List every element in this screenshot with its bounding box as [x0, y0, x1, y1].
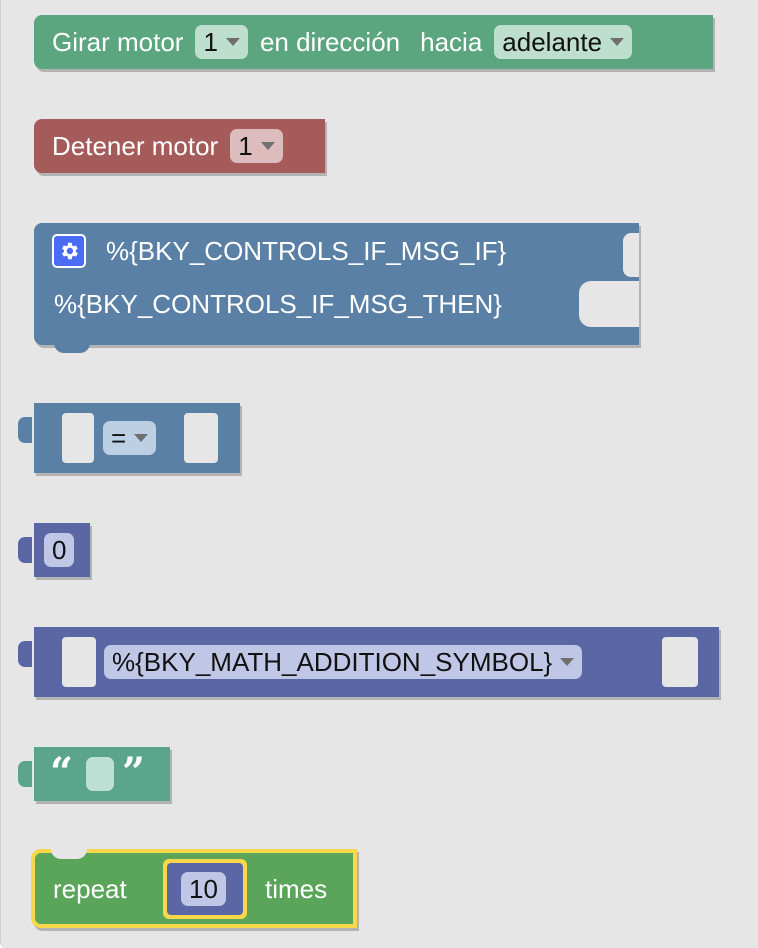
direction-value: adelante	[502, 26, 603, 57]
repeat-count-input[interactable]: 10	[181, 872, 226, 906]
repeat-label: repeat	[53, 874, 127, 904]
arithmetic-left-socket[interactable]	[62, 637, 96, 687]
then-statement-socket[interactable]	[579, 281, 639, 327]
output-tab	[18, 641, 32, 667]
text-block[interactable]: “ ”	[18, 747, 170, 801]
repeat-count-value: 10	[189, 873, 218, 904]
output-tab	[18, 761, 32, 787]
compare-left-socket[interactable]	[62, 413, 94, 463]
number-input[interactable]: 0	[44, 533, 75, 567]
chevron-down-icon	[260, 142, 275, 150]
chevron-down-icon	[560, 658, 575, 666]
repeat-block[interactable]: repeat 10 times	[31, 849, 357, 928]
blockly-workspace[interactable]: Girar motor 1 en dirección hacia adelant…	[0, 0, 758, 948]
chevron-down-icon	[610, 38, 625, 46]
controls-if-block[interactable]: %{BKY_CONTROLS_IF_MSG_IF} %{BKY_CONTROLS…	[34, 223, 639, 353]
stop-motor-number-dropdown[interactable]: 1	[230, 129, 283, 163]
math-number-block[interactable]: 0	[18, 523, 90, 577]
arithmetic-operator-dropdown[interactable]: %{BKY_MATH_ADDITION_SYMBOL}	[104, 645, 583, 679]
text-input[interactable]	[86, 757, 114, 791]
stop-motor-number-value: 1	[238, 130, 253, 161]
compare-operator-dropdown[interactable]: =	[103, 421, 157, 455]
chevron-down-icon	[134, 434, 149, 442]
motor-stop-block[interactable]: Detener motor 1	[34, 119, 325, 173]
direction-dropdown[interactable]: adelante	[494, 25, 633, 59]
output-tab	[18, 417, 32, 443]
gear-icon[interactable]	[52, 234, 86, 268]
logic-compare-block[interactable]: =	[18, 403, 240, 473]
arithmetic-right-socket[interactable]	[662, 637, 698, 687]
times-label: times	[265, 874, 328, 904]
math-arithmetic-block[interactable]: %{BKY_MATH_ADDITION_SYMBOL}	[18, 627, 719, 697]
output-tab	[18, 537, 32, 563]
repeat-count-socket[interactable]: 10	[163, 859, 247, 919]
arithmetic-operator-value: %{BKY_MATH_ADDITION_SYMBOL}	[112, 646, 553, 677]
motor-turn-label: Girar motor	[52, 27, 184, 57]
if-input-socket[interactable]	[623, 233, 639, 277]
open-quote: “	[50, 749, 74, 796]
close-quote: ”	[122, 749, 146, 796]
then-label: %{BKY_CONTROLS_IF_MSG_THEN}	[54, 289, 502, 319]
direction-label: en dirección	[259, 27, 401, 57]
motor-turn-block[interactable]: Girar motor 1 en dirección hacia adelant…	[34, 15, 713, 69]
motor-number-value: 1	[203, 26, 218, 57]
number-value: 0	[52, 534, 67, 565]
motor-stop-label: Detener motor	[52, 131, 219, 161]
compare-operator-value: =	[111, 422, 127, 453]
motor-number-dropdown[interactable]: 1	[195, 25, 248, 59]
if-label: %{BKY_CONTROLS_IF_MSG_IF}	[106, 236, 507, 266]
toward-label: hacia	[420, 27, 483, 57]
chevron-down-icon	[225, 38, 240, 46]
compare-right-socket[interactable]	[184, 413, 218, 463]
